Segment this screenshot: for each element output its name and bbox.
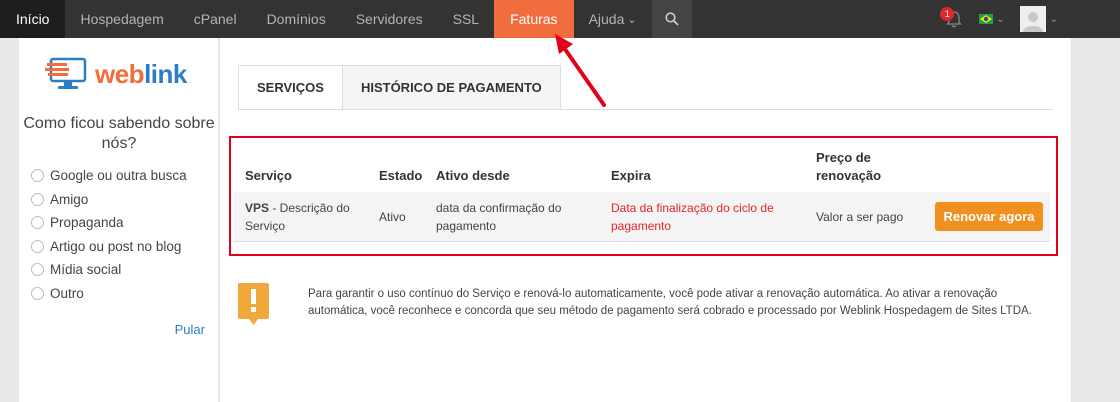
nav-servidores[interactable]: Servidores	[341, 0, 438, 38]
survey-option-label: Artigo ou post no blog	[50, 238, 182, 254]
sidebar: weblink Como ficou sabendo sobre nós? Go…	[19, 38, 219, 402]
search-button[interactable]	[651, 0, 692, 38]
renew-now-button[interactable]: Renovar agora	[935, 202, 1043, 231]
header-renewal-price: Preço de renovação	[816, 150, 882, 183]
survey-option[interactable]: Outro	[31, 282, 187, 306]
survey-option-label: Mídia social	[50, 262, 122, 278]
weblink-logo[interactable]: weblink	[45, 57, 187, 91]
radio-button[interactable]	[31, 286, 44, 300]
header-active-since: Ativo desde	[436, 168, 510, 183]
nav-dominios[interactable]: Domínios	[252, 0, 341, 38]
radio-button[interactable]	[31, 239, 44, 253]
user-silhouette-icon	[1022, 12, 1043, 32]
survey-option[interactable]: Propaganda	[31, 211, 187, 235]
tabs: SERVIÇOS HISTÓRICO DE PAGAMENTO	[238, 65, 561, 110]
header-service: Serviço	[245, 168, 292, 183]
tab-payment-history[interactable]: HISTÓRICO DE PAGAMENTO	[342, 65, 561, 110]
search-icon	[664, 12, 679, 26]
logo-prefix: web	[95, 58, 145, 89]
survey-option-label: Amigo	[50, 191, 89, 207]
logo-suffix: link	[144, 58, 187, 89]
radio-button[interactable]	[31, 216, 44, 230]
nav-cpanel[interactable]: cPanel	[179, 0, 252, 38]
monitor-logo-icon	[45, 57, 87, 89]
nav-right-area: 1 ⌄ ⌄	[939, 0, 1120, 38]
chevron-down-icon[interactable]: ⌄	[1050, 14, 1058, 25]
survey-options: Google ou outra busca Amigo Propaganda A…	[31, 164, 187, 305]
skip-link[interactable]: Pular	[175, 322, 205, 337]
survey-option[interactable]: Artigo ou post no blog	[31, 235, 187, 259]
chevron-down-icon: ⌄	[627, 13, 637, 26]
avatar[interactable]	[1019, 6, 1046, 32]
cell-status: Ativo	[379, 210, 406, 224]
radio-button[interactable]	[31, 192, 44, 206]
radio-button[interactable]	[31, 169, 44, 183]
survey-option-label: Propaganda	[50, 215, 124, 231]
survey-option[interactable]: Mídia social	[31, 258, 187, 282]
auto-renewal-notice: Para garantir o uso contínuo do Serviço …	[308, 288, 1032, 317]
cell-expires: Data da finalização do ciclo de pagament…	[611, 201, 774, 233]
notifications-button[interactable]: 1	[939, 0, 969, 38]
page-left-margin	[0, 38, 19, 402]
main-content: SERVIÇOS HISTÓRICO DE PAGAMENTO Serviço …	[220, 38, 1071, 402]
chevron-down-icon: ⌄	[996, 13, 1005, 25]
logo-text: weblink	[95, 59, 187, 90]
cell-price: Valor a ser pago	[816, 210, 904, 224]
header-expires: Expira	[611, 168, 651, 183]
nav-inicio[interactable]: Início	[0, 0, 66, 38]
service-name: VPS	[245, 201, 270, 215]
header-status: Estado	[379, 168, 423, 183]
nav-ajuda-label: Ajuda	[588, 11, 625, 27]
page-right-margin	[1071, 38, 1120, 402]
cell-service: VPS - Descrição do Serviço	[245, 199, 355, 235]
language-selector[interactable]: ⌄	[979, 13, 1005, 25]
survey-option[interactable]: Google ou outra busca	[31, 164, 187, 188]
brazil-flag-icon	[979, 14, 994, 24]
warning-icon	[238, 283, 269, 325]
annotation-arrow	[555, 34, 606, 107]
tabs-divider	[238, 109, 1053, 110]
cell-active-since: data da confirmação do pagamento	[436, 201, 562, 233]
survey-option-label: Outro	[50, 285, 84, 301]
nav-ssl[interactable]: SSL	[438, 0, 494, 38]
tab-services[interactable]: SERVIÇOS	[238, 65, 343, 110]
survey-option[interactable]: Amigo	[31, 188, 187, 212]
nav-hospedagem[interactable]: Hospedagem	[65, 0, 178, 38]
survey-title: Como ficou sabendo sobre nós?	[23, 115, 215, 152]
survey-option-label: Google ou outra busca	[50, 168, 187, 184]
radio-button[interactable]	[31, 263, 44, 277]
